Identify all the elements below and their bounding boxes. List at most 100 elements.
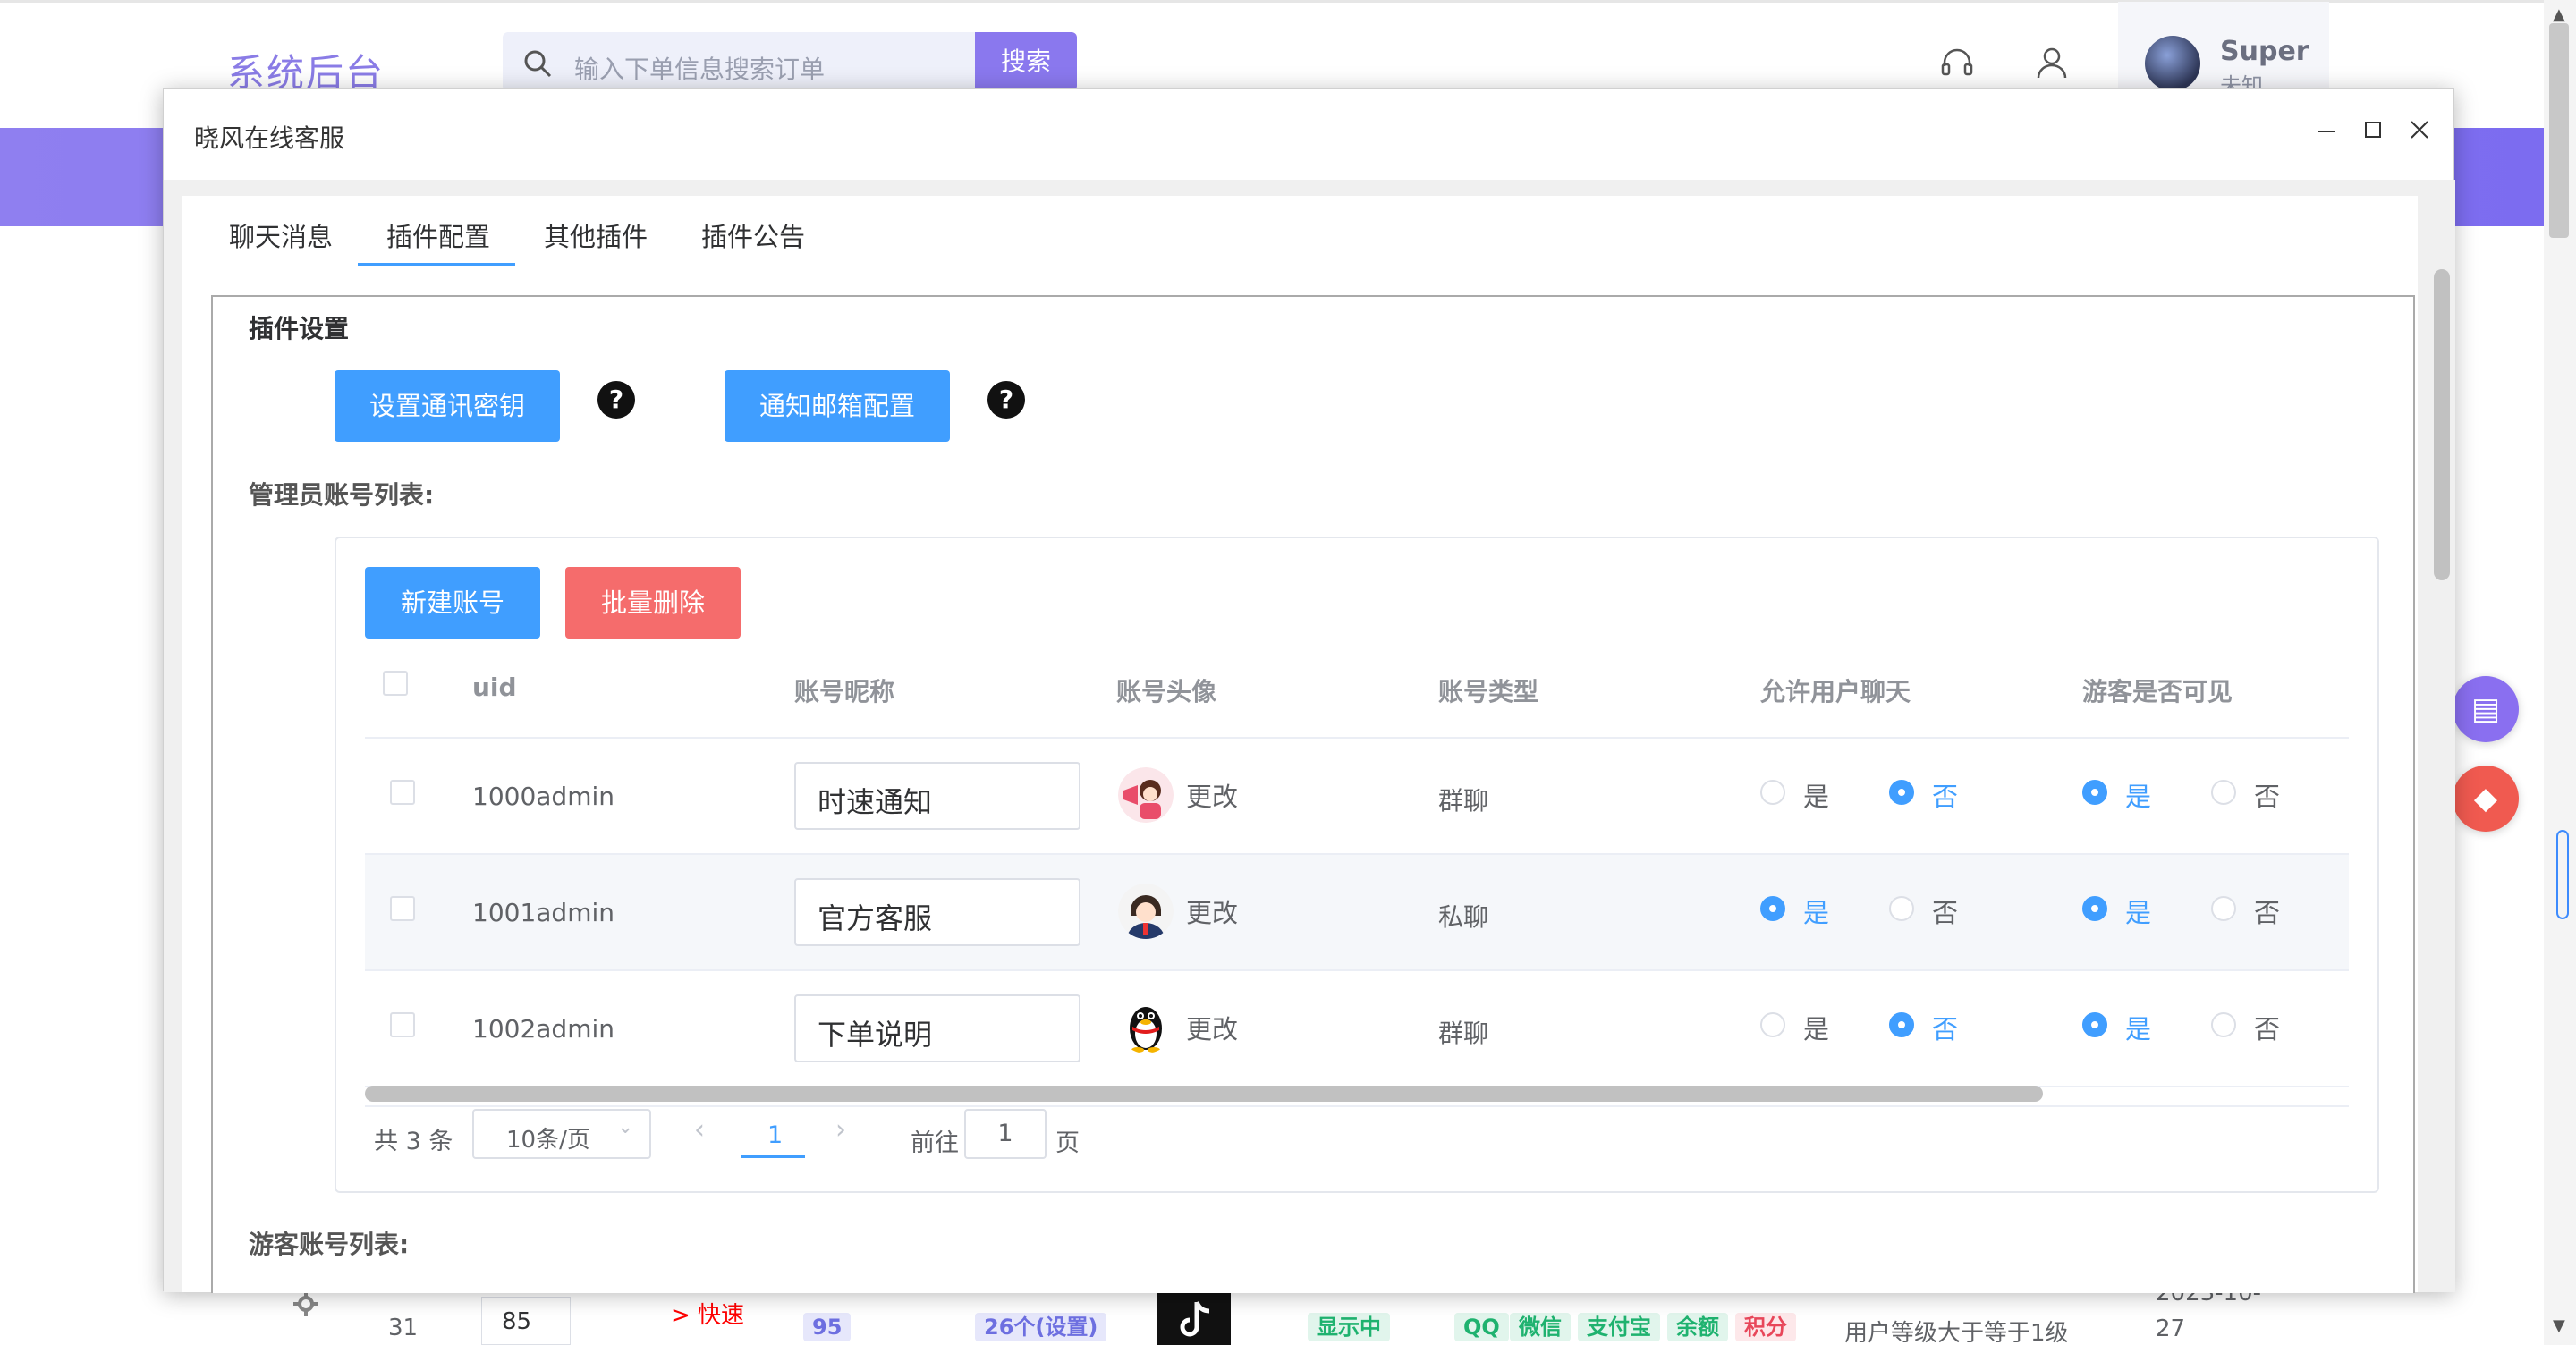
column-header-allow-chat: 允许用户聊天 <box>1760 677 1911 706</box>
search-placeholder: 输入下单信息搜索订单 <box>574 55 826 84</box>
prev-page-icon[interactable]: ‹ <box>694 1114 705 1146</box>
select-all-checkbox[interactable] <box>383 671 408 696</box>
allow-chat-yes-label[interactable]: 是 <box>1803 1009 1829 1046</box>
table-row <box>365 739 2349 853</box>
guest-visible-yes-radio[interactable] <box>2082 1012 2107 1037</box>
guest-visible-yes-label[interactable]: 是 <box>2125 892 2151 930</box>
user-icon[interactable] <box>2034 45 2070 80</box>
row-uid: 1001admin <box>472 898 614 927</box>
next-page-icon[interactable]: › <box>835 1114 846 1146</box>
pay-tag-alipay: 支付宝 <box>1578 1313 1660 1341</box>
new-account-button[interactable]: 新建账号 <box>365 567 540 639</box>
allow-chat-no-label[interactable]: 否 <box>1932 1009 1958 1046</box>
help-icon[interactable]: ? <box>987 381 1025 419</box>
bg-row-count-tag: 95 <box>803 1313 852 1341</box>
row-type: 私聊 <box>1438 902 1489 932</box>
column-header-uid: uid <box>472 672 517 702</box>
guest-visible-no-label[interactable]: 否 <box>2254 1009 2280 1046</box>
table-bottom-divider <box>365 1105 2349 1107</box>
batch-delete-button[interactable]: 批量删除 <box>565 567 741 639</box>
guest-visible-no-radio[interactable] <box>2211 780 2236 805</box>
side-slider-handle[interactable] <box>2556 830 2569 919</box>
user-avatar[interactable] <box>2145 36 2200 91</box>
change-avatar-link[interactable]: 更改 <box>1186 776 1238 814</box>
goto-label: 前往 <box>911 1129 959 1157</box>
guest-visible-no-radio[interactable] <box>2211 1012 2236 1037</box>
close-icon[interactable] <box>2398 108 2441 151</box>
bg-row-settings-tag[interactable]: 26个(设置) <box>975 1313 1107 1341</box>
float-shop-button[interactable]: ▤ <box>2453 676 2519 742</box>
allow-chat-no-label[interactable]: 否 <box>1932 892 1958 930</box>
search-button[interactable]: 搜索 <box>975 32 1077 91</box>
bg-row-condition: 用户等级大于等于1级 <box>1844 1320 2069 1345</box>
allow-chat-no-label[interactable]: 否 <box>1932 776 1958 814</box>
pay-tag-balance: 余额 <box>1667 1313 1728 1341</box>
row-checkbox[interactable] <box>390 780 415 805</box>
page-scrollbar-thumb[interactable] <box>2549 23 2569 238</box>
pay-tag-wechat: 微信 <box>1510 1313 1571 1341</box>
change-avatar-link[interactable]: 更改 <box>1186 1009 1238 1046</box>
cube-icon: ◆ <box>2473 781 2498 816</box>
chevron-down-icon[interactable]: ⌄ <box>617 1116 633 1138</box>
guest-visible-no-label[interactable]: 否 <box>2254 776 2280 814</box>
scroll-down-arrow-icon[interactable]: ▼ <box>2553 1316 2565 1335</box>
change-avatar-link[interactable]: 更改 <box>1186 892 1238 930</box>
maximize-icon[interactable] <box>2351 108 2394 151</box>
mail-config-button[interactable]: 通知邮箱配置 <box>724 370 950 442</box>
current-page-indicator <box>741 1155 805 1158</box>
guest-visible-yes-label[interactable]: 是 <box>2125 1009 2151 1046</box>
help-icon[interactable]: ? <box>597 381 635 419</box>
guest-visible-yes-label[interactable]: 是 <box>2125 776 2151 814</box>
notice-avatar <box>1118 767 1174 823</box>
row-uid: 1002admin <box>472 1014 614 1044</box>
gear-icon[interactable] <box>292 1290 320 1318</box>
allow-chat-yes-label[interactable]: 是 <box>1803 776 1829 814</box>
column-header-avatar: 账号头像 <box>1116 677 1217 706</box>
nickname-input[interactable]: 官方客服 <box>794 878 1080 946</box>
row-checkbox[interactable] <box>390 1012 415 1037</box>
guest-visible-no-label[interactable]: 否 <box>2254 892 2280 930</box>
bg-row-id: 31 <box>388 1315 419 1341</box>
table-horizontal-scrollbar[interactable] <box>365 1086 2043 1102</box>
scroll-up-arrow-icon[interactable]: ▲ <box>2553 5 2565 24</box>
table-row <box>365 855 2349 969</box>
row-uid: 1000admin <box>472 782 614 811</box>
nickname-input[interactable]: 下单说明 <box>794 994 1080 1062</box>
bg-row-sort-input[interactable]: 85 <box>481 1297 571 1345</box>
tab-plugin-notice[interactable]: 插件公告 <box>701 216 805 254</box>
guest-visible-yes-radio[interactable] <box>2082 780 2107 805</box>
bg-row-status-tag: 显示中 <box>1308 1313 1390 1341</box>
bg-row-link[interactable]: > 快速 <box>671 1297 744 1330</box>
nickname-input[interactable]: 时速通知 <box>794 762 1080 830</box>
headset-icon[interactable] <box>1939 45 1975 80</box>
allow-chat-yes-radio[interactable] <box>1760 1012 1785 1037</box>
guest-visible-no-radio[interactable] <box>2211 896 2236 921</box>
allow-chat-no-radio[interactable] <box>1889 1012 1914 1037</box>
allow-chat-yes-label[interactable]: 是 <box>1803 892 1829 930</box>
current-page-number[interactable]: 1 <box>767 1121 783 1149</box>
column-header-guest-visible: 游客是否可见 <box>2082 677 2233 706</box>
modal-scrollbar-thumb[interactable] <box>2434 269 2450 580</box>
float-cube-button[interactable]: ◆ <box>2453 766 2519 832</box>
minimize-icon[interactable] <box>2305 108 2348 151</box>
set-key-button[interactable]: 设置通讯密钥 <box>335 370 560 442</box>
qq-penguin-avatar <box>1118 998 1174 1053</box>
column-header-nickname: 账号昵称 <box>794 677 895 706</box>
guest-list-label: 游客账号列表: <box>249 1230 410 1259</box>
user-name: Super <box>2220 36 2309 67</box>
tab-plugin-config[interactable]: 插件配置 <box>386 216 490 254</box>
row-checkbox[interactable] <box>390 896 415 921</box>
row-type: 群聊 <box>1438 786 1489 816</box>
pagination-total: 共 3 条 <box>374 1128 453 1155</box>
allow-chat-no-radio[interactable] <box>1889 896 1914 921</box>
allow-chat-yes-radio[interactable] <box>1760 780 1785 805</box>
tab-other-plugins[interactable]: 其他插件 <box>544 216 648 254</box>
allow-chat-yes-radio[interactable] <box>1760 896 1785 921</box>
goto-page-input[interactable]: 1 <box>964 1109 1046 1159</box>
shop-icon: ▤ <box>2470 691 2501 727</box>
service-avatar <box>1118 884 1174 939</box>
guest-visible-yes-radio[interactable] <box>2082 896 2107 921</box>
row-type: 群聊 <box>1438 1019 1489 1048</box>
allow-chat-no-radio[interactable] <box>1889 780 1914 805</box>
tab-chat-messages[interactable]: 聊天消息 <box>229 216 333 254</box>
